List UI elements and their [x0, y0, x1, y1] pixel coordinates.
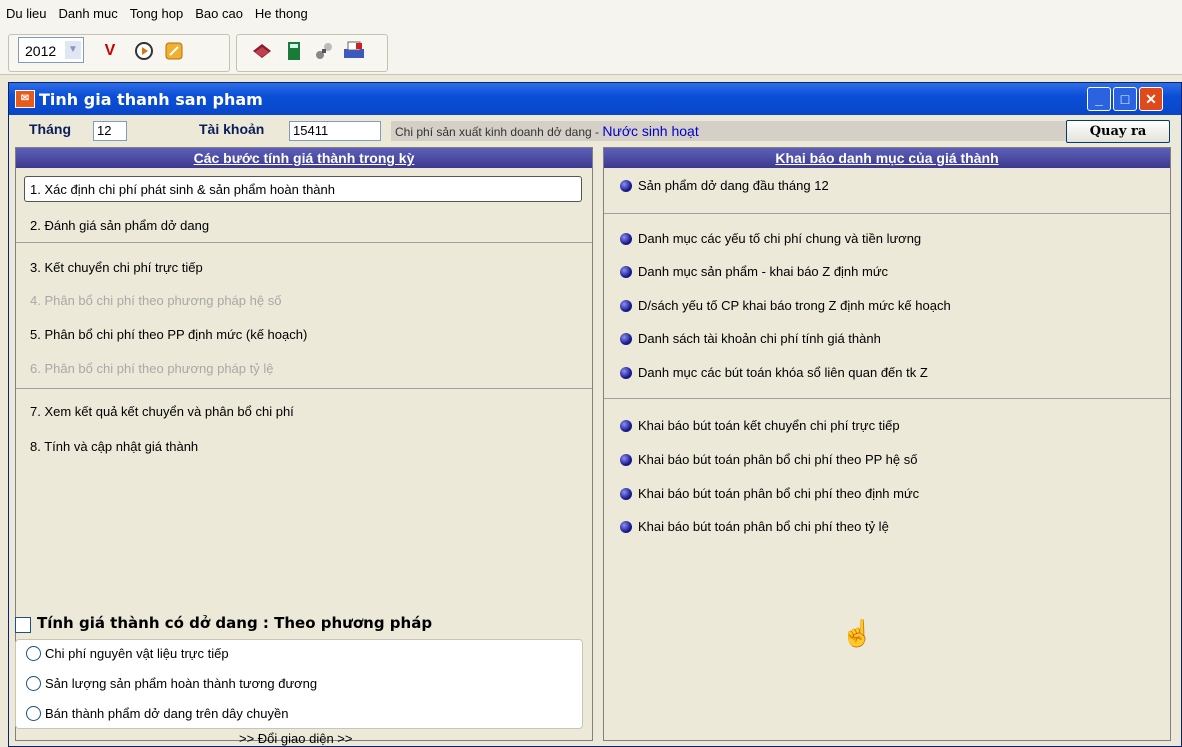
- bullet-icon: [620, 332, 632, 345]
- radio-icon: [26, 676, 41, 691]
- catalog-item-label: Danh mục sản phẩm - khai báo Z định mức: [638, 264, 889, 279]
- option-label: Sản lượng sản phẩm hoàn thành tương đươn…: [45, 676, 318, 691]
- app-icon: ✉: [15, 90, 35, 108]
- radio-icon: [26, 706, 41, 721]
- year-select[interactable]: 2012 ▼: [18, 37, 84, 63]
- step-8[interactable]: 8. Tính và cập nhật giá thành: [30, 439, 198, 454]
- taikhoan-input[interactable]: 15411: [289, 121, 381, 141]
- main-window: ✉ Tinh gia thanh san pham _ □ ✕ Tháng 12…: [8, 82, 1182, 747]
- step-4: 4. Phân bổ chi phí theo phương pháp hệ s…: [30, 293, 282, 308]
- description-value: Nước sinh hoạt: [602, 123, 699, 139]
- method-label: Tính giá thành có dở dang : Theo phương …: [37, 614, 433, 632]
- posting-item-label: Khai báo bút toán phân bổ chi phí theo đ…: [638, 486, 920, 501]
- catalog-item-label: Danh mục các yếu tố chi phí chung và tiề…: [638, 231, 922, 246]
- bullet-icon: [620, 299, 632, 312]
- divider: [16, 388, 592, 389]
- catalog-item-label: Sản phẩm dở dang đầu tháng 12: [638, 178, 829, 193]
- steps-heading: Các bước tính giá thành trong kỳ: [16, 148, 592, 168]
- description-prefix: Chi phí sản xuất kinh doanh dở dang -: [395, 125, 600, 139]
- switch-interface-link[interactable]: >> Đổi giao diện >>: [239, 731, 352, 746]
- bullet-icon: [620, 179, 632, 192]
- check-v-icon[interactable]: V: [98, 39, 122, 63]
- thang-input[interactable]: 12: [93, 121, 127, 141]
- menu-du-lieu[interactable]: Du lieu: [0, 6, 52, 21]
- taikhoan-label: Tài khoản: [199, 121, 265, 137]
- bullet-icon: [620, 487, 632, 500]
- hand-cursor-icon: ☝: [841, 618, 874, 648]
- step-5[interactable]: 5. Phân bổ chi phí theo PP định mức (kế …: [30, 327, 307, 342]
- menu-tong-hop[interactable]: Tong hop: [124, 6, 190, 21]
- catalog-item[interactable]: Danh sách tài khoản chi phí tính giá thà…: [620, 331, 881, 346]
- thang-label: Tháng: [29, 121, 71, 137]
- bullet-icon: [620, 520, 632, 533]
- catalog-item[interactable]: Danh mục sản phẩm - khai báo Z định mức: [620, 264, 888, 279]
- catalog-panel: Khai báo danh mục của giá thành Sản phẩm…: [603, 147, 1171, 741]
- posting-item-label: Khai báo bút toán phân bổ chi phí theo P…: [638, 452, 918, 467]
- option-raw-materials[interactable]: Chi phí nguyên vật liệu trực tiếp: [26, 646, 229, 661]
- divider: [16, 242, 592, 243]
- step-6: 6. Phân bổ chi phí theo phương pháp tỷ l…: [30, 361, 274, 376]
- title-bar: ✉ Tinh gia thanh san pham _ □ ✕: [9, 83, 1181, 115]
- catalog-item-label: Danh mục các bút toán khóa sổ liên quan …: [638, 365, 928, 380]
- method-options: Chi phí nguyên vật liệu trực tiếp Sản lư…: [15, 639, 583, 729]
- window-title: Tinh gia thanh san pham: [39, 90, 263, 109]
- step-1[interactable]: 1. Xác định chi phí phát sinh & sản phẩm…: [30, 182, 335, 197]
- posting-item-label: Khai báo bút toán kết chuyển chi phí trự…: [638, 418, 900, 433]
- option-semi-finished[interactable]: Bán thành phẩm dở dang trên dây chuyền: [26, 706, 288, 721]
- posting-item-label: Khai báo bút toán phân bổ chi phí theo t…: [638, 519, 889, 534]
- option-label: Chi phí nguyên vật liệu trực tiếp: [45, 646, 229, 661]
- step-3[interactable]: 3. Kết chuyển chi phí trực tiếp: [30, 260, 203, 275]
- divider: [604, 213, 1170, 214]
- menu-bao-cao[interactable]: Bao cao: [189, 6, 249, 21]
- posting-item[interactable]: Khai báo bút toán phân bổ chi phí theo đ…: [620, 486, 919, 501]
- printer-icon[interactable]: [342, 39, 366, 63]
- bullet-icon: [620, 232, 632, 245]
- catalog-item[interactable]: Danh mục các bút toán khóa sổ liên quan …: [620, 365, 928, 380]
- quay-ra-button[interactable]: Quay ra: [1066, 120, 1170, 143]
- bullet-icon: [620, 453, 632, 466]
- tools-icon[interactable]: [312, 39, 336, 63]
- catalog-item-label: Danh sách tài khoản chi phí tính giá thà…: [638, 331, 881, 346]
- posting-item[interactable]: Khai báo bút toán phân bổ chi phí theo P…: [620, 452, 917, 467]
- minimize-icon[interactable]: _: [1087, 87, 1111, 111]
- menu-he-thong[interactable]: He thong: [249, 6, 314, 21]
- catalog-item[interactable]: Danh mục các yếu tố chi phí chung và tiề…: [620, 231, 921, 246]
- book-icon[interactable]: [250, 39, 274, 63]
- step-7[interactable]: 7. Xem kết quả kết chuyển và phân bổ chi…: [30, 404, 294, 419]
- bullet-icon: [620, 366, 632, 379]
- close-icon[interactable]: ✕: [1139, 87, 1163, 111]
- option-label: Bán thành phẩm dở dang trên dây chuyền: [45, 706, 289, 721]
- option-equivalent-output[interactable]: Sản lượng sản phẩm hoàn thành tương đươn…: [26, 676, 317, 691]
- media-play-icon[interactable]: [132, 39, 156, 63]
- posting-item[interactable]: Khai báo bút toán phân bổ chi phí theo t…: [620, 519, 889, 534]
- catalog-item-wip-opening[interactable]: Sản phẩm dở dang đầu tháng 12: [620, 178, 829, 193]
- bullet-icon: [620, 419, 632, 432]
- catalog-item-label: D/sách yếu tố CP khai báo trong Z định m…: [638, 298, 951, 313]
- bullet-icon: [620, 265, 632, 278]
- chevron-down-icon[interactable]: ▼: [65, 41, 81, 59]
- note-icon[interactable]: [162, 39, 186, 63]
- menu-bar: Du lieu Danh muc Tong hop Bao cao He tho…: [0, 0, 1182, 26]
- posting-item[interactable]: Khai báo bút toán kết chuyển chi phí trự…: [620, 418, 900, 433]
- maximize-icon[interactable]: □: [1113, 87, 1137, 111]
- method-checkbox[interactable]: [15, 617, 31, 633]
- menu-danh-muc[interactable]: Danh muc: [52, 6, 123, 21]
- catalog-item[interactable]: D/sách yếu tố CP khai báo trong Z định m…: [620, 298, 951, 313]
- year-value: 2012: [25, 43, 57, 59]
- divider: [604, 398, 1170, 399]
- step-2[interactable]: 2. Đánh giá sản phẩm dở dang: [30, 218, 209, 233]
- radio-icon: [26, 646, 41, 661]
- catalog-heading: Khai báo danh mục của giá thành: [604, 148, 1170, 168]
- calculator-icon[interactable]: [282, 39, 306, 63]
- account-description: Chi phí sản xuất kinh doanh dở dang - Nư…: [391, 121, 1067, 141]
- toolbar: 2012 ▼ V: [0, 26, 1182, 75]
